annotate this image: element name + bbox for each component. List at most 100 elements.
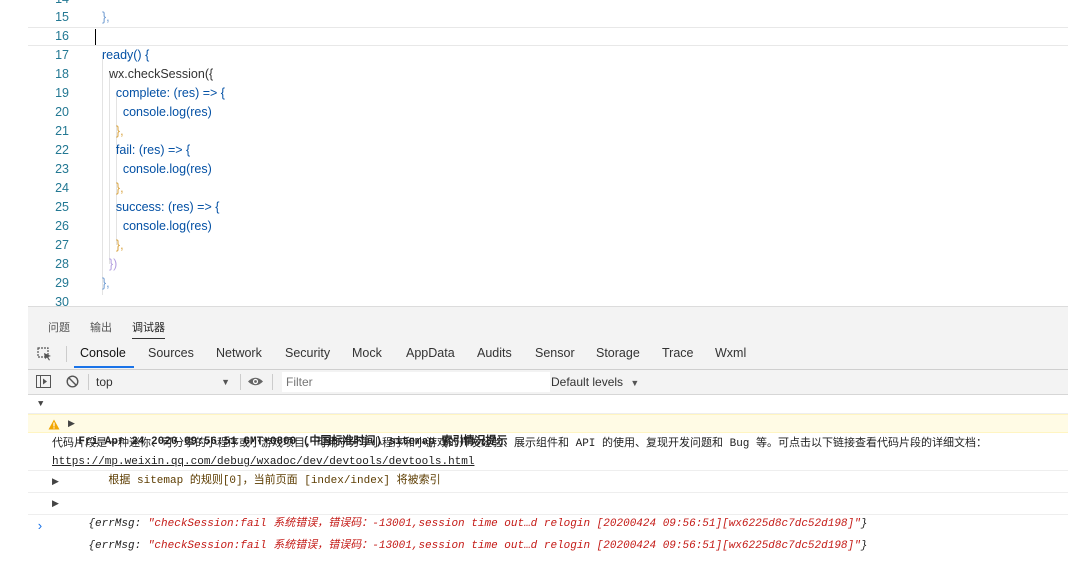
text-cursor: [95, 29, 96, 45]
code-text: wx.checkSession({: [102, 67, 214, 81]
code-text: ready() {: [102, 48, 150, 62]
code-text: },: [102, 181, 124, 195]
line-number: 23: [55, 162, 69, 176]
clear-console-icon[interactable]: [66, 375, 79, 388]
tab-output[interactable]: 输出: [90, 319, 112, 335]
dropdown-arrow-icon: ▼: [630, 378, 640, 388]
console-toolbar: top ▼ Default levels ▼: [28, 370, 1068, 395]
log-levels-label: Default levels: [551, 375, 624, 389]
left-gutter-bar: [0, 0, 29, 572]
line-number: 28: [55, 257, 69, 271]
info-message: 代码片段是一种迷你、可分享的小程序或小游戏项目，可用于分享小程序和小游戏的开发经…: [52, 438, 988, 450]
tab-appdata[interactable]: AppData: [406, 346, 455, 360]
code-text: },: [102, 238, 124, 252]
console-warning-row[interactable]: ▶ 根据 sitemap 的规则[0]，当前页面 [index/index] 将…: [28, 414, 1068, 487]
code-line: 22 fail: (res) => {: [28, 141, 1068, 160]
tab-console[interactable]: Console: [80, 346, 126, 360]
tab-sensor[interactable]: Sensor: [535, 346, 575, 360]
sidebar-toggle-icon[interactable]: [36, 375, 51, 388]
line-number: 25: [55, 200, 69, 214]
code-line: 18 wx.checkSession({: [28, 65, 1068, 84]
expand-triangle-icon[interactable]: ▶: [52, 472, 59, 493]
line-number: 20: [55, 105, 69, 119]
code-text: console.log(res): [102, 162, 212, 176]
object-key: {errMsg:: [88, 518, 148, 530]
code-line-active: 16: [28, 27, 1068, 46]
code-line: 27 },: [28, 236, 1068, 255]
object-key: {errMsg:: [88, 540, 148, 552]
line-number: 15: [55, 10, 69, 24]
tab-problems[interactable]: 问题: [48, 319, 70, 335]
tab-storage[interactable]: Storage: [596, 346, 640, 360]
line-number: 22: [55, 143, 69, 157]
code-line: 21 },: [28, 122, 1068, 141]
tab-network[interactable]: Network: [216, 346, 262, 360]
console-output[interactable]: ▼ Fri Apr 24 2020 09:56:51 GMT+0800 (中国标…: [28, 395, 1068, 572]
tab-security[interactable]: Security: [285, 346, 330, 360]
tab-mock[interactable]: Mock: [352, 346, 382, 360]
code-line: 29 },: [28, 274, 1068, 293]
devtools-tab-bar: Console Sources Network Security Mock Ap…: [28, 339, 1068, 370]
code-line: 28 }): [28, 255, 1068, 274]
code-line: 30: [28, 293, 1068, 306]
line-number: 26: [55, 219, 69, 233]
object-value: "checkSession:fail 系统错误，错误码：-13001,sessi…: [147, 540, 861, 552]
line-number: 17: [55, 48, 69, 62]
code-line: 17 ready() {: [28, 46, 1068, 65]
dropdown-arrow-icon: ▼: [221, 377, 230, 387]
object-value: "checkSession:fail 系统错误，错误码：-13001,sessi…: [147, 518, 861, 530]
collapse-triangle-icon[interactable]: ▼: [38, 395, 43, 414]
warning-icon: [48, 419, 60, 430]
tab-trace[interactable]: Trace: [662, 346, 694, 360]
toolbar-divider: [240, 374, 241, 390]
line-number: 27: [55, 238, 69, 252]
context-select-value: top: [96, 375, 113, 389]
toolbar-divider: [66, 346, 67, 362]
tab-sources[interactable]: Sources: [148, 346, 194, 360]
expand-triangle-icon[interactable]: ▶: [52, 494, 59, 515]
console-log-row[interactable]: ▶ {errMsg: "checkSession:fail 系统错误，错误码：-…: [28, 472, 1068, 530]
inspect-element-icon[interactable]: [37, 347, 52, 361]
code-line: 19 complete: (res) => {: [28, 84, 1068, 103]
code-text: }): [102, 257, 118, 271]
code-text: fail: (res) => {: [102, 143, 191, 157]
line-number: 19: [55, 86, 69, 100]
code-text: success: (res) => {: [102, 200, 220, 214]
code-text: complete: (res) => {: [102, 86, 225, 100]
code-line: 15 },: [28, 8, 1068, 27]
line-number: 29: [55, 276, 69, 290]
code-line: 24 },: [28, 179, 1068, 198]
code-line: 25 success: (res) => {: [28, 198, 1068, 217]
tab-wxml[interactable]: Wxml: [715, 346, 746, 360]
code-editor[interactable]: 14 15 }, 16 17 ready() { 18 wx.checkSess…: [28, 0, 1068, 306]
expand-triangle-icon[interactable]: ▶: [68, 415, 75, 434]
console-info-row: 代码片段是一种迷你、可分享的小程序或小游戏项目，可用于分享小程序和小游戏的开发经…: [28, 434, 1068, 471]
code-text: },: [102, 124, 124, 138]
line-number: 21: [55, 124, 69, 138]
console-group-header[interactable]: ▼ Fri Apr 24 2020 09:56:51 GMT+0800 (中国标…: [28, 395, 1068, 448]
code-text: console.log(res): [102, 219, 212, 233]
code-text: },: [102, 10, 110, 24]
line-number: 24: [55, 181, 69, 195]
tab-audits[interactable]: Audits: [477, 346, 512, 360]
docs-link[interactable]: https://mp.weixin.qq.com/debug/wxadoc/de…: [52, 454, 474, 470]
code-text: console.log(res): [102, 105, 212, 119]
tab-debugger[interactable]: 调试器: [132, 319, 165, 335]
line-number: 30: [55, 295, 69, 306]
code-line: 26 console.log(res): [28, 217, 1068, 236]
filter-input[interactable]: [282, 372, 550, 392]
panel-tab-bar: 问题 输出 调试器: [28, 306, 1068, 340]
code-line: 20 console.log(res): [28, 103, 1068, 122]
line-number: 18: [55, 67, 69, 81]
console-log-row[interactable]: ▶ {errMsg: "checkSession:fail 系统错误，错误码：-…: [28, 494, 1068, 552]
context-select[interactable]: top ▼: [96, 373, 230, 391]
object-close: }: [860, 540, 868, 552]
toolbar-divider: [88, 374, 89, 390]
eye-icon[interactable]: [247, 376, 264, 387]
line-number: 16: [55, 29, 69, 43]
code-text: },: [102, 276, 110, 290]
console-prompt[interactable]: ›: [36, 519, 44, 534]
object-close: }: [860, 518, 868, 530]
tab-active-indicator: [74, 366, 134, 368]
log-levels-select[interactable]: Default levels ▼: [551, 373, 639, 392]
